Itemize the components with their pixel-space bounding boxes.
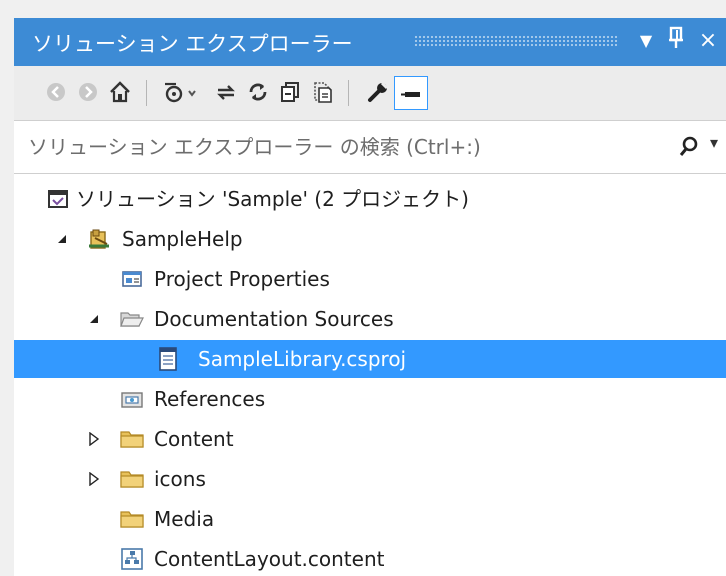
expanded-arrow-icon[interactable] [84, 300, 104, 338]
tree-item-label: ContentLayout.content [154, 547, 385, 571]
home-button[interactable] [104, 76, 136, 108]
back-button[interactable] [40, 76, 72, 108]
folder-open-icon [118, 305, 146, 333]
tree-item-media[interactable]: Media [14, 500, 726, 538]
sync-icon [217, 85, 235, 100]
tree-item-label: Media [154, 507, 215, 531]
back-icon [47, 83, 65, 101]
tree-item-label: icons [154, 467, 206, 491]
show-all-files-button[interactable] [306, 76, 338, 108]
tree-item-label: ソリューション 'Sample' (2 プロジェクト) [76, 187, 469, 211]
expanded-arrow-icon[interactable] [52, 220, 72, 258]
search-bar: ▾ [14, 121, 726, 174]
forward-icon [79, 83, 97, 101]
tree-item-content[interactable]: Content [14, 420, 726, 458]
pin-button[interactable] [662, 26, 690, 59]
solution-explorer-panel: ソリューション エクスプローラー ▼ × ソリューション エクスプローラー の検… [14, 18, 726, 576]
properties-button[interactable] [362, 76, 394, 108]
toolbar-separator [146, 80, 147, 106]
pending-changes-icon [165, 82, 196, 103]
properties-icon [118, 265, 146, 293]
toolbar-separator [348, 80, 349, 106]
csproj-file-icon [154, 345, 182, 373]
solution-icon [44, 185, 72, 213]
collapsed-arrow-icon[interactable] [84, 460, 104, 498]
folder-icon [118, 425, 146, 453]
tree-item-references[interactable]: References [14, 380, 726, 418]
collapse-all-icon [281, 82, 299, 102]
refresh-icon [249, 83, 267, 101]
folder-icon [118, 505, 146, 533]
search-input[interactable] [28, 131, 648, 163]
tree-item-label: References [154, 387, 266, 411]
panel-title: ソリューション エクスプローラー [32, 32, 353, 56]
tree-item-label: SampleLibrary.csproj [198, 347, 407, 371]
preview-selected-button[interactable] [394, 76, 428, 110]
tree-item-icons[interactable]: icons [14, 460, 726, 498]
search-icon [679, 136, 698, 156]
search-button[interactable] [678, 133, 708, 161]
pending-changes-button[interactable] [160, 76, 202, 108]
home-icon [110, 81, 130, 103]
tree-item-samplehelp[interactable]: SampleHelp [14, 220, 726, 258]
panel-title-bar[interactable]: ソリューション エクスプローラー ▼ × [14, 18, 726, 66]
tree-item-documentation-sources[interactable]: Documentation Sources [14, 300, 726, 338]
tree-item-label: Documentation Sources [154, 307, 394, 331]
help-project-icon [86, 225, 114, 253]
forward-button[interactable] [72, 76, 104, 108]
refresh-button[interactable] [242, 76, 274, 108]
wrench-icon [368, 81, 389, 102]
show-all-files-icon [314, 82, 332, 103]
tree-item-label: Content [154, 427, 234, 451]
preview-icon [401, 92, 420, 97]
tree-item-label: SampleHelp [122, 227, 243, 251]
tree-item-solution[interactable]: ソリューション 'Sample' (2 プロジェクト) [14, 180, 726, 218]
tree-item-project-properties[interactable]: Project Properties [14, 260, 726, 298]
toolbar [14, 66, 726, 121]
tree-item-contentlayout[interactable]: ContentLayout.content [14, 540, 726, 576]
references-icon [118, 385, 146, 413]
window-position-dropdown-button[interactable]: ▼ [632, 26, 660, 56]
content-layout-icon [118, 545, 146, 573]
drag-grip[interactable] [414, 35, 619, 47]
search-options-dropdown[interactable]: ▾ [710, 133, 718, 152]
tree-item-samplelibrary-csproj[interactable]: SampleLibrary.csproj [14, 340, 726, 378]
pin-icon [669, 26, 683, 48]
folder-icon [118, 465, 146, 493]
collapsed-arrow-icon[interactable] [84, 420, 104, 458]
close-button[interactable]: × [694, 26, 722, 56]
collapse-all-button[interactable] [274, 76, 306, 108]
sync-button[interactable] [210, 76, 242, 108]
tree-item-label: Project Properties [154, 267, 330, 291]
